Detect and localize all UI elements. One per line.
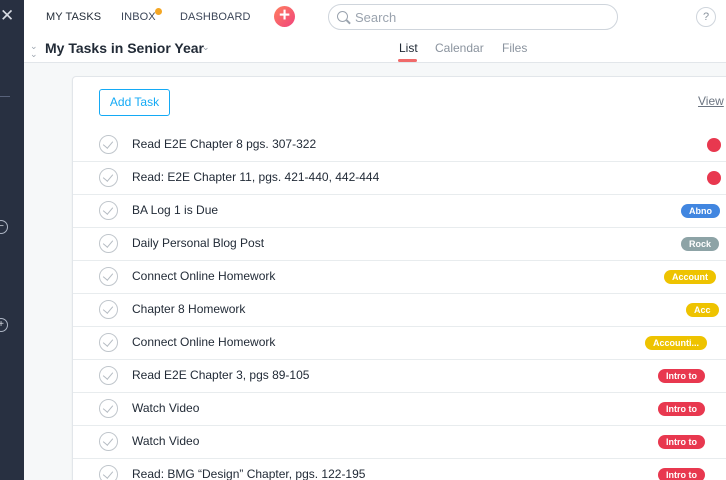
project-header: ⌄ ⌄ My Tasks in Senior Year ⌄ List Calend… [24,34,726,63]
complete-checkmark-icon[interactable] [99,366,118,385]
add-task-button[interactable]: Add Task [99,89,170,116]
task-list: Read E2E Chapter 8 pgs. 307-322 Read: E2E… [73,129,726,480]
project-tag[interactable]: Acc [686,303,719,317]
project-tag[interactable]: Accounti... [645,336,708,350]
complete-checkmark-icon[interactable] [99,432,118,451]
quick-add-button[interactable]: + [274,6,295,27]
sidebar-divider [0,96,10,97]
page-title: My Tasks in Senior Year [45,40,205,56]
project-tag[interactable]: Intro to [658,369,705,383]
project-tag[interactable]: Account [664,270,716,284]
task-row[interactable]: Connect Online Homework Accounti... [73,327,726,360]
task-name[interactable]: BA Log 1 is Due [132,203,218,217]
sidebar: ✕ − + [0,0,24,480]
task-list-panel: Add Task View Read E2E Chapter 8 pgs. 30… [72,76,726,480]
complete-checkmark-icon[interactable] [99,135,118,154]
task-name[interactable]: Read E2E Chapter 3, pgs 89-105 [132,368,309,382]
double-chevron-icon[interactable]: ⌄ ⌄ [30,42,38,59]
complete-checkmark-icon[interactable] [99,333,118,352]
task-row[interactable]: Watch Video Intro to [73,393,726,426]
task-row[interactable]: Watch Video Intro to [73,426,726,459]
search-box[interactable] [328,4,618,30]
tab-files[interactable]: Files [502,41,527,55]
task-name[interactable]: Daily Personal Blog Post [132,236,264,250]
collapse-circle-icon[interactable]: − [0,220,8,234]
tab-list[interactable]: List [399,41,418,55]
task-row[interactable]: Read E2E Chapter 8 pgs. 307-322 [73,129,726,162]
complete-checkmark-icon[interactable] [99,300,118,319]
project-tag[interactable]: Rock [681,237,720,251]
complete-checkmark-icon[interactable] [99,201,118,220]
project-tag[interactable] [707,171,721,185]
task-row[interactable]: Connect Online Homework Account [73,261,726,294]
nav-my-tasks[interactable]: MY TASKS [46,11,101,23]
complete-checkmark-icon[interactable] [99,465,118,480]
project-tag[interactable]: Intro to [658,468,705,480]
project-tag[interactable] [707,138,721,152]
task-name[interactable]: Watch Video [132,434,199,448]
task-row[interactable]: Read: E2E Chapter 11, pgs. 421-440, 442-… [73,162,726,195]
help-button[interactable]: ? [696,7,716,27]
search-input[interactable] [355,8,610,26]
complete-checkmark-icon[interactable] [99,399,118,418]
inbox-notification-dot [155,8,162,15]
task-row[interactable]: Daily Personal Blog Post Rock [73,228,726,261]
task-name[interactable]: Read E2E Chapter 8 pgs. 307-322 [132,137,316,151]
view-link[interactable]: View [698,94,724,108]
task-name[interactable]: Read: BMG “Design” Chapter, pgs. 122-195 [132,467,365,480]
top-bar: MY TASKS INBOX DASHBOARD + ? [24,0,726,34]
task-name[interactable]: Read: E2E Chapter 11, pgs. 421-440, 442-… [132,170,379,184]
active-tab-indicator [398,59,417,62]
task-name[interactable]: Connect Online Homework [132,335,275,349]
add-circle-icon[interactable]: + [0,318,8,332]
nav-dashboard[interactable]: DASHBOARD [180,11,251,23]
task-name[interactable]: Connect Online Homework [132,269,275,283]
task-row[interactable]: Chapter 8 Homework Acc [73,294,726,327]
project-tag[interactable]: Abno [681,204,720,218]
project-tag[interactable]: Intro to [658,402,705,416]
task-name[interactable]: Chapter 8 Homework [132,302,245,316]
tab-calendar[interactable]: Calendar [435,41,484,55]
close-sidebar-icon[interactable]: ✕ [0,6,14,26]
search-icon [337,11,348,22]
nav-inbox[interactable]: INBOX [121,11,156,23]
task-name[interactable]: Watch Video [132,401,199,415]
task-row[interactable]: Read E2E Chapter 3, pgs 89-105 Intro to [73,360,726,393]
project-tag[interactable]: Intro to [658,435,705,449]
task-row[interactable]: BA Log 1 is Due Abno [73,195,726,228]
complete-checkmark-icon[interactable] [99,234,118,253]
task-row[interactable]: Read: BMG “Design” Chapter, pgs. 122-195… [73,459,726,480]
chevron-down-icon[interactable]: ⌄ [202,42,210,53]
complete-checkmark-icon[interactable] [99,168,118,187]
complete-checkmark-icon[interactable] [99,267,118,286]
